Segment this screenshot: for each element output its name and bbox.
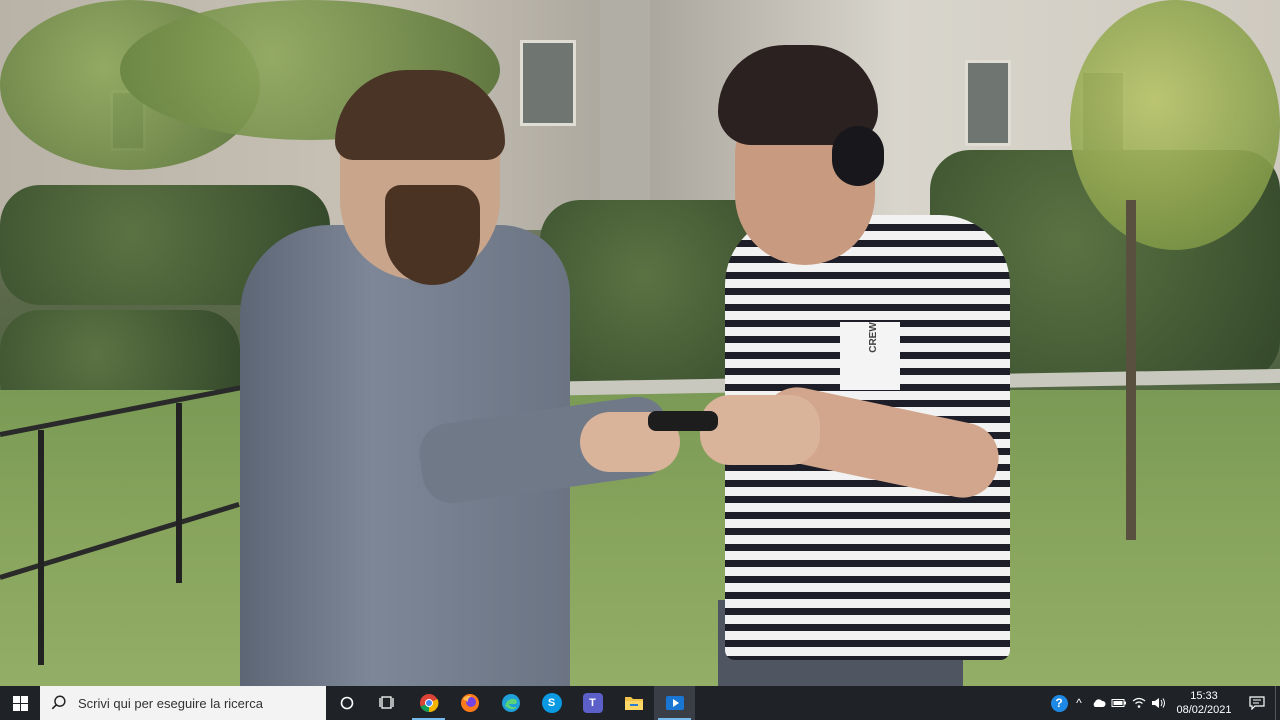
task-view-button[interactable] [367, 686, 408, 720]
tray-network[interactable] [1129, 686, 1149, 720]
tray-battery[interactable] [1109, 686, 1129, 720]
clock-time: 15:33 [1190, 690, 1218, 702]
headphones [832, 126, 884, 186]
action-center-button[interactable] [1239, 686, 1275, 720]
building-window [520, 40, 576, 126]
taskbar-app-skype[interactable]: S [531, 686, 572, 720]
taskbar-app-video-player[interactable] [654, 686, 695, 720]
tree-trunk [1126, 200, 1136, 540]
man-beard [385, 185, 480, 285]
search-icon [51, 695, 66, 710]
video-player-icon [665, 696, 684, 710]
cortana-button[interactable] [326, 686, 367, 720]
start-button[interactable] [0, 686, 40, 720]
fence-post [38, 430, 44, 665]
tray-volume[interactable] [1149, 686, 1169, 720]
shirt-brand-label: CREW [867, 322, 879, 353]
fence-post [176, 403, 182, 583]
building-window [965, 60, 1011, 146]
taskbar-app-file-explorer[interactable] [613, 686, 654, 720]
video-frame[interactable]: CREW [0, 0, 1280, 686]
teams-icon: T [582, 693, 603, 713]
cortana-icon [340, 696, 353, 710]
system-tray: ? ^ 15:33 08/02/2021 [1049, 686, 1280, 720]
notification-icon [1249, 696, 1265, 710]
taskbar-clock[interactable]: 15:33 08/02/2021 [1169, 689, 1239, 717]
file-explorer-icon [624, 697, 643, 710]
boy-hand [700, 395, 820, 465]
battery-icon [1111, 699, 1126, 707]
chevron-up-icon: ^ [1076, 696, 1082, 710]
building-pillar [600, 0, 650, 230]
edge-icon [501, 694, 520, 712]
help-icon: ? [1050, 694, 1068, 712]
taskbar-app-firefox[interactable] [449, 686, 490, 720]
taskbar-app-chrome[interactable] [408, 686, 449, 720]
clock-date: 08/02/2021 [1176, 704, 1232, 716]
speaker-icon [1152, 698, 1165, 708]
firefox-icon [460, 694, 479, 712]
taskbar-app-teams[interactable]: T [572, 686, 613, 720]
windows-logo-icon [12, 695, 28, 711]
smartphone [648, 411, 718, 431]
tray-onedrive[interactable] [1089, 686, 1109, 720]
shirt-pocket: CREW [840, 322, 900, 390]
tree-foliage [1070, 0, 1280, 250]
tray-help[interactable]: ? [1049, 686, 1069, 720]
tray-show-hidden-icons[interactable]: ^ [1069, 686, 1089, 720]
show-desktop-button[interactable] [1275, 686, 1280, 720]
chrome-icon [419, 694, 438, 713]
taskbar-app-edge[interactable] [490, 686, 531, 720]
taskbar-search-box[interactable] [40, 686, 326, 720]
skype-icon: S [541, 693, 562, 713]
search-input[interactable] [76, 694, 320, 712]
wifi-icon [1132, 697, 1146, 708]
cloud-icon [1093, 699, 1106, 707]
task-view-icon [378, 696, 394, 709]
taskbar: S T ? ^ 15:33 08/02/ [0, 686, 1280, 720]
